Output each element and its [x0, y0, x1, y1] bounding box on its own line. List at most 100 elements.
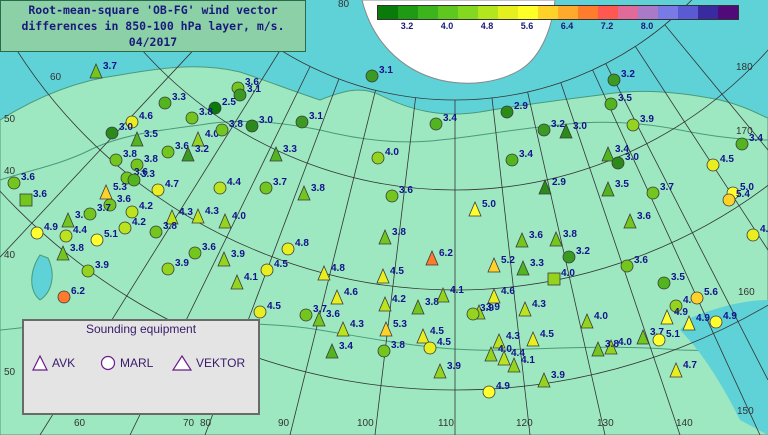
scale-swatch	[598, 6, 618, 19]
station-value: 6.2	[71, 286, 85, 297]
station-value: 3.6	[117, 194, 131, 205]
station-circle	[377, 344, 391, 358]
station-value: 3.6	[637, 211, 651, 222]
station-value: 4.3	[506, 331, 520, 342]
title-line-2: differences in 850-100 hPa layer, m/s.	[21, 19, 285, 33]
station-value: 3.8	[605, 339, 619, 350]
station-value: 4.6	[344, 287, 358, 298]
station-circle	[607, 73, 621, 87]
station-value: 3.2	[195, 144, 209, 155]
scale-swatch	[418, 6, 438, 19]
station-circle	[562, 250, 576, 264]
station-value: 4.5	[540, 329, 554, 340]
station-circle	[385, 189, 399, 203]
station-circle	[482, 385, 496, 399]
station-circle	[371, 151, 385, 165]
scale-swatch	[478, 6, 498, 19]
station-circle	[30, 226, 44, 240]
station-value: 4.1	[244, 272, 258, 283]
grid-label: 150	[737, 406, 754, 417]
station-value: 4.6	[139, 111, 153, 122]
scale-label: 8.0	[640, 21, 654, 31]
station-value: 3.4	[339, 341, 353, 352]
station-value: 3.4	[443, 113, 457, 124]
station-circle	[260, 263, 274, 277]
station-value: 5.4	[736, 189, 750, 200]
station-circle	[109, 153, 123, 167]
station-value: 4.9	[44, 222, 58, 233]
station-marker[interactable]: 3.1	[365, 65, 393, 83]
station-value: 4.9	[723, 311, 737, 322]
station-circle	[281, 242, 295, 256]
station-circle	[690, 291, 704, 305]
station-value: 3.8	[391, 340, 405, 351]
station-circle	[423, 341, 437, 355]
station-circle	[253, 305, 267, 319]
scale-swatch	[558, 6, 578, 19]
map-title: Root-mean-square 'OB-FG' wind vector dif…	[0, 0, 306, 52]
station-value: 3.8	[70, 243, 84, 254]
station-circle	[158, 96, 172, 110]
legend-item-avk: AVK	[32, 355, 75, 371]
station-circle	[127, 173, 141, 187]
scale-label: 7.2	[600, 21, 614, 31]
station-circle	[185, 111, 199, 125]
map-stage: 80 180 170 160 150 140 130 120 110 100 90 80 70 60 50 4…	[0, 0, 768, 435]
station-value: 3.1	[309, 111, 323, 122]
station-value: 3.3	[141, 169, 155, 180]
station-value: 3.1	[379, 65, 393, 76]
scale-swatch	[578, 6, 598, 19]
scale-swatch	[398, 6, 418, 19]
station-value: 4.3	[532, 299, 546, 310]
grid-label: 110	[438, 418, 454, 429]
station-value: 4.9	[696, 313, 710, 324]
station-square	[19, 193, 33, 207]
station-value: 3.5	[615, 179, 629, 190]
station-value: 4.5	[267, 301, 281, 312]
station-value: 3.9	[175, 258, 189, 269]
station-circle	[161, 262, 175, 276]
station-circle	[83, 207, 97, 221]
station-value: 4.3	[179, 207, 193, 218]
station-value: 4.8	[331, 263, 345, 274]
station-marker[interactable]: 3.2	[607, 69, 635, 87]
station-value: 3.7	[97, 203, 111, 214]
station-value: 3.5	[671, 272, 685, 283]
station-circle	[709, 315, 723, 329]
legend-label-avk: AVK	[52, 356, 76, 370]
station-circle	[81, 264, 95, 278]
station-circle	[149, 225, 163, 239]
station-value: 3.8	[311, 183, 325, 194]
station-circle	[500, 105, 514, 119]
scale-label: 5.6	[520, 21, 534, 31]
station-circle	[505, 153, 519, 167]
scale-label: 3.2	[400, 21, 414, 31]
station-circle	[657, 276, 671, 290]
scale-swatch	[658, 6, 678, 19]
station-value: 4.5	[430, 326, 444, 337]
station-circle	[118, 221, 132, 235]
color-scale-labels: 3.2 4.0 4.8 5.6 6.4 7.2 8.0	[377, 20, 739, 34]
legend-item-vektor: VEKTOR	[172, 355, 245, 371]
grid-label: 160	[738, 287, 755, 298]
scale-swatch	[698, 6, 718, 19]
station-circle	[611, 156, 625, 170]
station-value: 5.1	[104, 229, 118, 240]
station-value: 5.1	[666, 329, 680, 340]
station-value: 4.0	[594, 311, 608, 322]
triangle-icon	[172, 355, 192, 371]
triangle-icon	[32, 355, 48, 371]
grid-label: 70	[183, 418, 195, 429]
station-value: 3.8	[144, 154, 158, 165]
color-scale-bar	[377, 5, 739, 20]
station-value: 2.9	[514, 101, 528, 112]
station-value: 3.3	[172, 92, 186, 103]
station-value: 3.6	[202, 242, 216, 253]
scale-label: 4.0	[440, 21, 454, 31]
station-value: 3.7	[103, 61, 117, 72]
station-value: 3.4	[519, 149, 533, 160]
station-value: 4.0	[385, 147, 399, 158]
station-circle	[746, 228, 760, 242]
station-circle	[706, 158, 720, 172]
legend-label-vektor: VEKTOR	[196, 356, 246, 370]
